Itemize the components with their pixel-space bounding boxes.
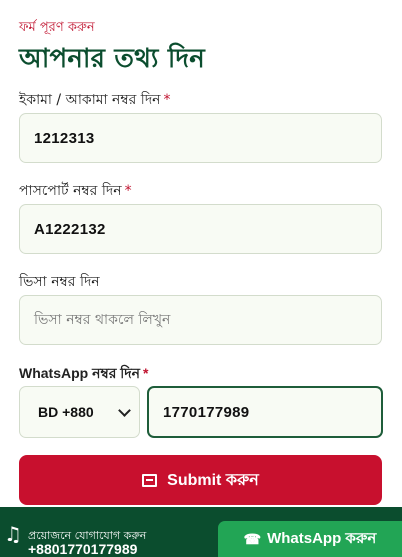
required-marker: *	[163, 92, 171, 108]
required-marker: *	[143, 365, 149, 381]
visa-input[interactable]: ভিসা নম্বর থাকলে লিখুন	[19, 295, 382, 345]
passport-value: A1222132	[34, 220, 106, 238]
passport-label: পাসপোর্ট নম্বর দিন *	[19, 183, 132, 199]
contact-phone[interactable]: +8801770177989	[28, 541, 137, 557]
required-marker: *	[124, 183, 132, 199]
iqama-input[interactable]: 1212313	[19, 113, 382, 163]
whatsapp-button[interactable]: ☎ WhatsApp করুন	[218, 521, 402, 557]
phone-icon: ☎	[243, 530, 262, 547]
whatsapp-number-input[interactable]: 1770177989	[147, 386, 383, 438]
whatsapp-label: WhatsApp নম্বর দিন *	[19, 365, 149, 381]
chevron-down-icon	[118, 403, 131, 417]
whatsapp-number-value: 1770177989	[163, 403, 250, 421]
iqama-value: 1212313	[34, 129, 95, 147]
passport-input[interactable]: A1222132	[19, 204, 382, 254]
iqama-label: ইকামা / আকামা নম্বর দিন *	[19, 92, 171, 108]
music-note-icon: ♫	[4, 522, 22, 546]
submit-label: Submit করুন	[167, 471, 259, 489]
submit-icon	[142, 473, 158, 487]
visa-placeholder: ভিসা নম্বর থাকলে লিখুন	[34, 312, 171, 328]
country-code-value: BD +880	[38, 404, 94, 420]
form-heading: আপনার তথ্য দিন	[19, 44, 205, 74]
whatsapp-button-label: WhatsApp করুন	[267, 529, 377, 547]
form-eyebrow: ফর্ম পূরণ করুন	[19, 20, 95, 35]
country-code-select[interactable]: BD +880	[19, 386, 140, 438]
visa-label: ভিসা নম্বর দিন	[19, 274, 100, 290]
submit-button[interactable]: Submit করুন	[19, 455, 382, 505]
